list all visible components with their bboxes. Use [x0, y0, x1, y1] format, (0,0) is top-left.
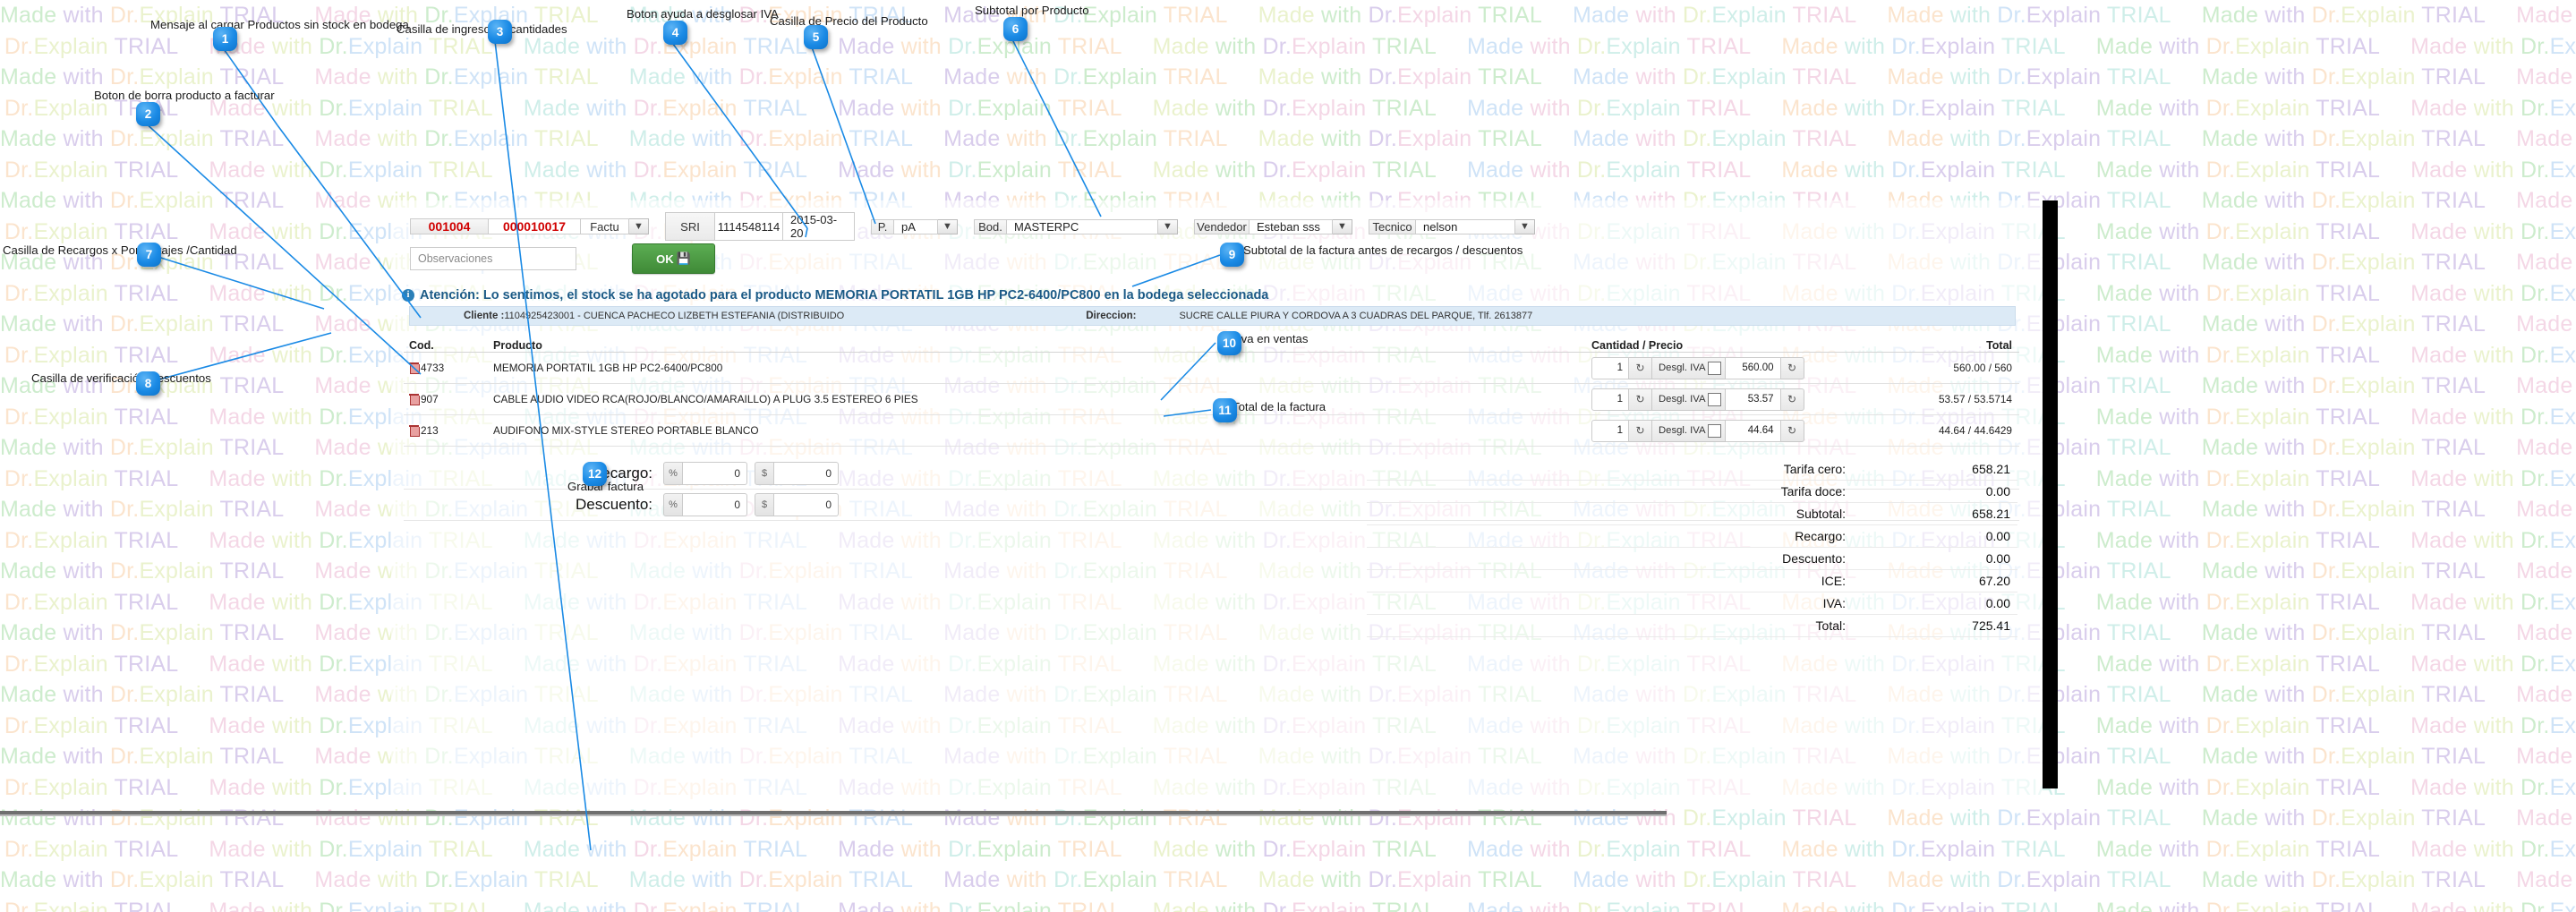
annotation-leader-lines [0, 0, 2576, 912]
